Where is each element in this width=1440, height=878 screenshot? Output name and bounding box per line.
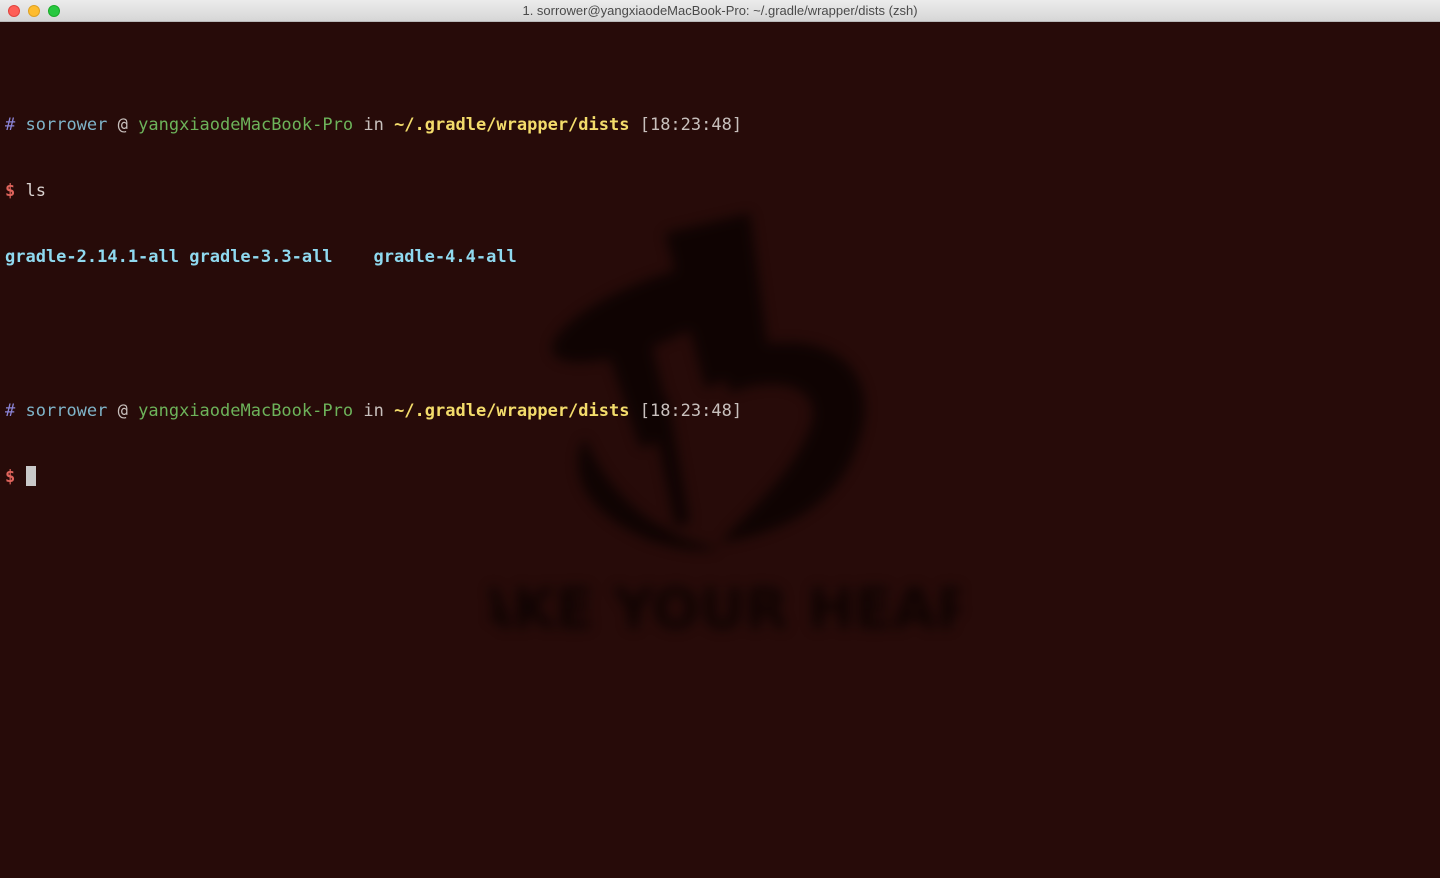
directory-entry: gradle-4.4-all: [373, 247, 517, 267]
prompt-user: sorrower: [25, 115, 108, 135]
command-text: ls: [25, 181, 46, 201]
prompt-line: # sorrower @ yangxiaodeMacBook-Pro in ~/…: [5, 401, 743, 421]
directory-entry: gradle-2.14.1-all: [5, 247, 179, 267]
prompt-line: # sorrower @ yangxiaodeMacBook-Pro in ~/…: [5, 115, 743, 135]
prompt-timestamp: [18:23:48]: [639, 115, 743, 135]
prompt-user: sorrower: [25, 401, 108, 421]
ls-output-line: gradle-2.14.1-all gradle-3.3-all gradle-…: [5, 246, 742, 268]
text-cursor: [25, 466, 36, 486]
terminal-content[interactable]: TAKE YOUR HEART # sorrower @ yangxiaodeM…: [0, 23, 1440, 878]
prompt-host: yangxiaodeMacBook-Pro: [138, 115, 354, 135]
command-line: $ ls: [5, 181, 46, 201]
prompt-path: ~/.gradle/wrapper/dists: [394, 401, 630, 421]
logo-text: TAKE YOUR HEART: [490, 577, 960, 642]
prompt-timestamp: [18:23:48]: [639, 401, 743, 421]
directory-entry: gradle-3.3-all: [189, 247, 333, 267]
prompt-path: ~/.gradle/wrapper/dists: [394, 115, 630, 135]
terminal-window: 1. sorrower@yangxiaodeMacBook-Pro: ~/.gr…: [0, 0, 1440, 878]
terminal-output: # sorrower @ yangxiaodeMacBook-Pro in ~/…: [5, 48, 742, 532]
prompt-host: yangxiaodeMacBook-Pro: [138, 401, 354, 421]
window-title: 1. sorrower@yangxiaodeMacBook-Pro: ~/.gr…: [522, 3, 918, 18]
title-bar[interactable]: 1. sorrower@yangxiaodeMacBook-Pro: ~/.gr…: [0, 0, 1440, 22]
active-command-line[interactable]: $: [5, 466, 742, 488]
